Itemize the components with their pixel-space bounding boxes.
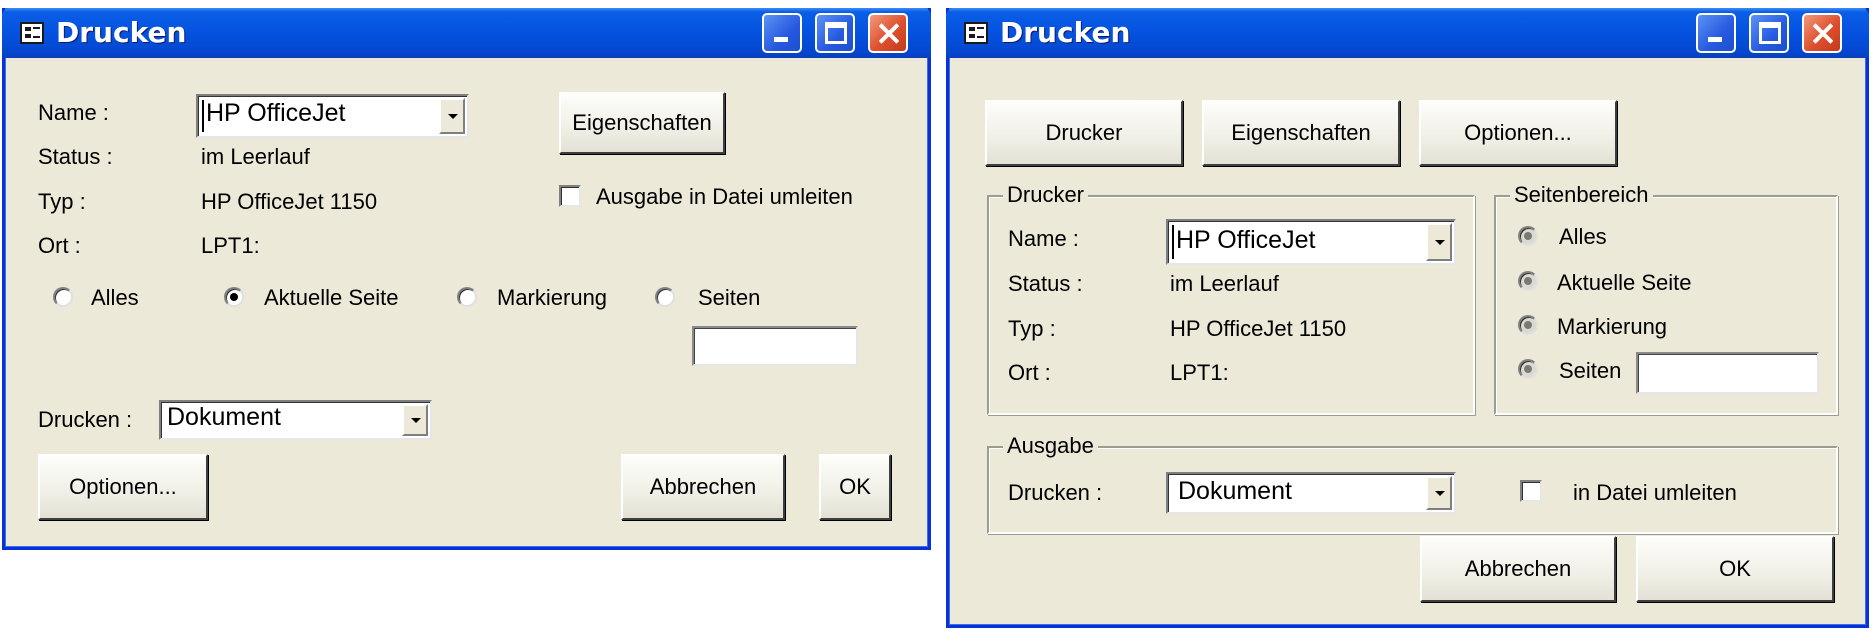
ok-button[interactable]: OK <box>1636 536 1834 602</box>
radio-selection[interactable] <box>457 287 477 307</box>
name-label: Name : <box>1008 226 1079 251</box>
radio-current-page[interactable] <box>1518 271 1538 291</box>
minimize-button[interactable] <box>762 13 802 53</box>
radio-pages[interactable] <box>655 287 675 307</box>
chevron-down-icon[interactable] <box>402 404 428 436</box>
status-label: Status : <box>38 144 113 169</box>
radio-all-label: Alles <box>1559 224 1607 249</box>
print-what-select[interactable]: Dokument <box>159 400 432 440</box>
radio-current-page-label: Aktuelle Seite <box>1557 270 1692 295</box>
status-label: Status : <box>1008 271 1083 296</box>
type-label: Typ : <box>1008 316 1056 341</box>
print-what-value: Dokument <box>167 403 281 431</box>
close-button[interactable] <box>1802 13 1842 53</box>
radio-current-page-label: Aktuelle Seite <box>264 285 399 310</box>
radio-all[interactable] <box>53 287 73 307</box>
print-to-file-checkbox[interactable] <box>1520 480 1542 502</box>
status-value: im Leerlauf <box>201 144 310 169</box>
printer-name-select[interactable]: HP OfficeJet <box>1166 219 1456 265</box>
maximize-button[interactable] <box>815 13 855 53</box>
print-to-file-checkbox[interactable] <box>559 185 581 207</box>
type-value: HP OfficeJet 1150 <box>1170 316 1347 341</box>
name-label: Name : <box>38 100 109 125</box>
title-bar[interactable]: Drucken <box>946 8 1869 58</box>
radio-selection-label: Markierung <box>1557 314 1668 339</box>
pages-input[interactable] <box>1636 352 1819 394</box>
maximize-button[interactable] <box>1749 13 1789 53</box>
print-what-select[interactable]: Dokument <box>1166 472 1456 514</box>
page-range-group-title: Seitenbereich <box>1510 182 1653 208</box>
options-button[interactable]: Optionen... <box>1419 100 1617 166</box>
window-title: Drucken <box>56 16 187 49</box>
ok-button[interactable]: OK <box>819 454 891 520</box>
print-to-file-label: Ausgabe in Datei umleiten <box>596 184 853 209</box>
close-button[interactable] <box>868 13 908 53</box>
print-dialog-2: Drucken Drucker Eigenschaften Optionen..… <box>946 8 1869 628</box>
printer-name-value: HP OfficeJet <box>206 99 346 127</box>
chevron-down-icon[interactable] <box>1426 476 1452 510</box>
radio-pages-label: Seiten <box>1559 358 1622 383</box>
printer-group-title: Drucker <box>1003 182 1089 208</box>
print-what-label: Drucken : <box>38 407 133 432</box>
location-label: Ort : <box>1008 360 1051 385</box>
location-value: LPT1: <box>201 233 260 258</box>
print-to-file-label: in Datei umleiten <box>1573 480 1737 505</box>
pages-input[interactable] <box>692 326 858 366</box>
print-dialog-1: Drucken Name : HP OfficeJet Status : im … <box>2 8 931 550</box>
location-value: LPT1: <box>1170 360 1229 385</box>
type-value: HP OfficeJet 1150 <box>201 189 378 214</box>
printer-button[interactable]: Drucker <box>985 100 1183 166</box>
minimize-button[interactable] <box>1696 13 1736 53</box>
radio-selection-label: Markierung <box>497 285 608 310</box>
printer-name-select[interactable]: HP OfficeJet <box>196 94 469 138</box>
properties-button[interactable]: Eigenschaften <box>1202 100 1400 166</box>
chevron-down-icon[interactable] <box>1426 223 1452 261</box>
chevron-down-icon[interactable] <box>439 98 465 134</box>
status-value: im Leerlauf <box>1170 271 1279 296</box>
output-group-title: Ausgabe <box>1003 433 1098 459</box>
radio-pages[interactable] <box>1518 359 1538 379</box>
radio-current-page[interactable] <box>224 287 244 307</box>
type-label: Typ : <box>38 189 86 214</box>
cancel-button[interactable]: Abbrechen <box>1420 536 1616 602</box>
print-what-value: Dokument <box>1178 477 1292 505</box>
app-icon <box>964 22 988 44</box>
window-title: Drucken <box>1000 16 1131 49</box>
printer-name-value: HP OfficeJet <box>1176 226 1316 254</box>
cancel-button[interactable]: Abbrechen <box>621 454 785 520</box>
text-cursor <box>1172 225 1174 259</box>
app-icon <box>20 22 44 44</box>
radio-all-label: Alles <box>91 285 139 310</box>
radio-all[interactable] <box>1518 226 1538 246</box>
properties-button[interactable]: Eigenschaften <box>559 92 725 154</box>
title-bar[interactable]: Drucken <box>2 8 931 58</box>
text-cursor <box>202 100 204 132</box>
options-button[interactable]: Optionen... <box>38 454 208 520</box>
radio-pages-label: Seiten <box>698 285 761 310</box>
radio-selection[interactable] <box>1518 315 1538 335</box>
location-label: Ort : <box>38 233 81 258</box>
print-what-label: Drucken : <box>1008 480 1103 505</box>
